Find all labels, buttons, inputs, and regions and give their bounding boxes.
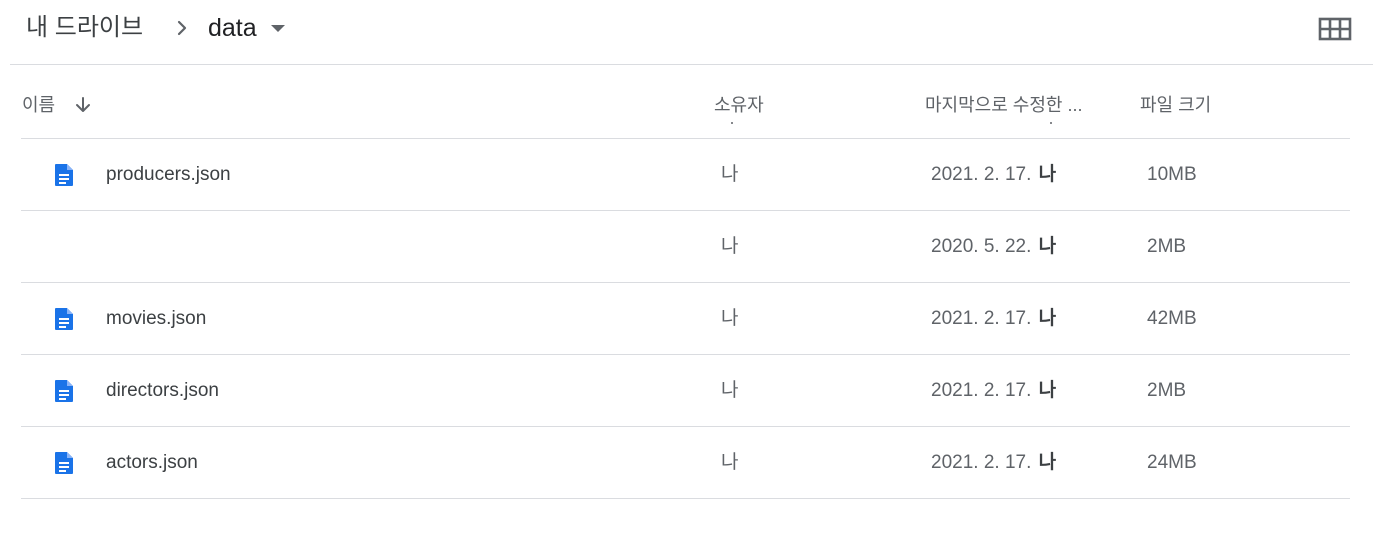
file-row[interactable]: producers.json 나 2021. 2. 17. 나 10MB [21,138,1350,210]
breadcrumb-current-folder[interactable]: data [208,12,285,44]
modified-by: 나 [1038,236,1057,257]
file-size: 42MB [1147,308,1197,329]
file-modified: 2021. 2. 17. 나 [931,452,1056,474]
breadcrumb-current-label: data [208,14,257,42]
column-header-owner[interactable]: 소유자 [714,90,764,120]
docs-file-icon [55,380,73,402]
arrow-down-icon[interactable] [73,95,93,115]
owner-sort-indicator [731,122,733,124]
modified-date: 2021. 2. 17. [931,308,1032,329]
file-owner: 나 [721,164,739,185]
modified-by: 나 [1038,452,1057,473]
modified-date: 2020. 5. 22. [931,236,1032,257]
modified-by: 나 [1038,380,1057,401]
file-modified: 2021. 2. 17. 나 [931,308,1056,330]
file-modified: 2020. 5. 22. 나 [931,236,1056,258]
file-row[interactable]: 나 2020. 5. 22. 나 2MB [21,210,1350,282]
file-size: 24MB [1147,452,1197,473]
grid-view-icon[interactable] [1318,16,1352,42]
modified-by: 나 [1038,164,1057,185]
file-name: directors.json [106,380,219,401]
docs-file-icon [55,452,73,474]
file-name: producers.json [106,164,231,185]
file-owner: 나 [721,236,739,257]
file-owner: 나 [721,452,739,473]
chevron-right-icon [177,20,187,36]
file-size: 2MB [1147,380,1187,401]
file-modified: 2021. 2. 17. 나 [931,164,1056,186]
file-owner: 나 [721,308,739,329]
column-header-size[interactable]: 파일 크기 [1140,90,1211,120]
list-bottom-divider [21,498,1350,499]
file-size: 2MB [1147,236,1187,257]
column-header-modified[interactable]: 마지막으로 수정한 ... [925,90,1082,120]
column-header-name-label: 이름 [22,95,56,115]
modified-date: 2021. 2. 17. [931,164,1032,185]
breadcrumb-my-drive[interactable]: 내 드라이브 [26,14,143,42]
docs-file-icon [55,308,73,330]
modified-date: 2021. 2. 17. [931,452,1032,473]
file-row[interactable]: movies.json 나 2021. 2. 17. 나 42MB [21,282,1350,354]
toolbar-header: 내 드라이브 data [0,0,1373,64]
docs-file-icon [55,164,73,186]
caret-down-icon [270,24,285,32]
modified-date: 2021. 2. 17. [931,380,1032,401]
file-name: movies.json [106,308,207,329]
header-divider [10,64,1373,65]
column-header-name[interactable]: 이름 [22,90,93,120]
file-row[interactable]: directors.json 나 2021. 2. 17. 나 2MB [21,354,1350,426]
modified-sort-indicator [1050,122,1052,124]
file-owner: 나 [721,380,739,401]
file-name: actors.json [106,452,198,473]
file-row[interactable]: actors.json 나 2021. 2. 17. 나 24MB [21,426,1350,498]
file-size: 10MB [1147,164,1197,185]
modified-by: 나 [1038,308,1057,329]
file-modified: 2021. 2. 17. 나 [931,380,1056,402]
